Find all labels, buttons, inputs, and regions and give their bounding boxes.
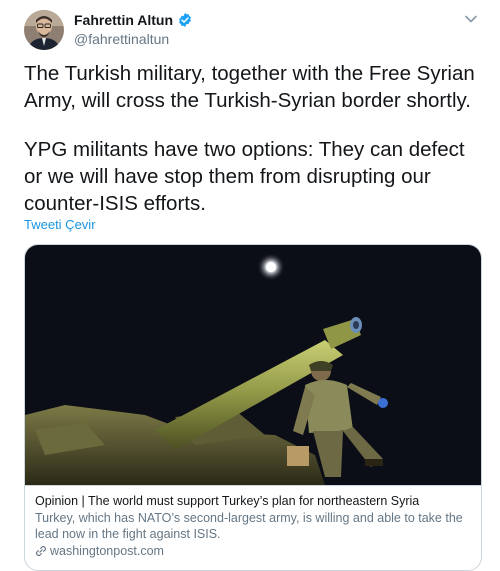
- card-description: Turkey, which has NATO’s second-largest …: [35, 511, 463, 541]
- link-preview-card[interactable]: Opinion | The world must support Turkey’…: [24, 244, 482, 571]
- author-name-row: Fahrettin Altun: [74, 12, 193, 28]
- tweet-text: The Turkish military, together with the …: [24, 60, 484, 217]
- author-handle[interactable]: @fahrettinaltun: [74, 31, 169, 47]
- card-meta: Opinion | The world must support Turkey’…: [25, 485, 481, 570]
- tweet-paragraph: The Turkish military, together with the …: [24, 62, 475, 112]
- link-icon: [35, 545, 47, 557]
- card-title: Opinion | The world must support Turkey’…: [35, 494, 420, 508]
- avatar-image: [24, 10, 64, 50]
- author-display-name[interactable]: Fahrettin Altun: [74, 12, 173, 28]
- tweet: Fahrettin Altun @fahrettinaltun The Turk…: [0, 0, 500, 571]
- card-domain-text: washingtonpost.com: [50, 544, 164, 558]
- card-domain: washingtonpost.com: [35, 543, 471, 559]
- chevron-down-icon[interactable]: [464, 12, 478, 26]
- translate-link[interactable]: Tweeti Çevir: [24, 217, 96, 232]
- card-image: [25, 245, 481, 485]
- verified-badge-icon: [177, 12, 193, 28]
- tweet-paragraph: YPG militants have two options: They can…: [24, 138, 465, 215]
- avatar[interactable]: [24, 10, 64, 50]
